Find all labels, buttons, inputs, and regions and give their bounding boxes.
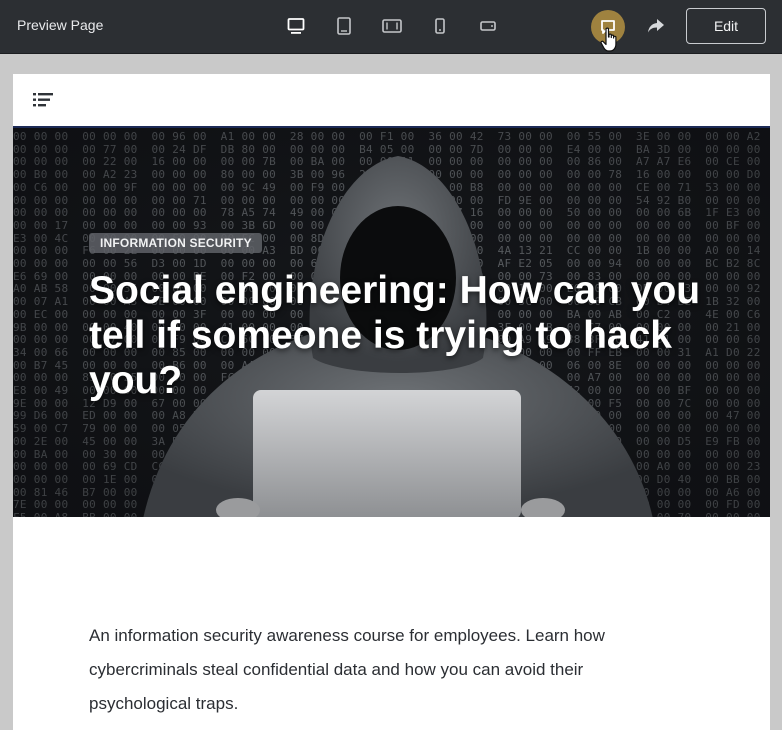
course-title: Social engineering: How can you tell if … [89, 269, 701, 402]
desktop-icon [287, 18, 305, 34]
phone-portrait-view-button[interactable] [426, 13, 454, 39]
preview-toolbar: Preview Page Edit [0, 0, 782, 54]
course-description: An information security awareness course… [89, 626, 605, 713]
tablet-portrait-icon [337, 17, 351, 35]
phone-landscape-view-button[interactable] [474, 13, 502, 39]
phone-portrait-icon [435, 18, 445, 34]
toolbar-title: Preview Page [17, 17, 104, 33]
menu-list-icon [33, 93, 53, 107]
category-badge: INFORMATION SECURITY [89, 233, 262, 253]
hand-cursor-icon [600, 27, 617, 52]
desktop-view-button[interactable] [282, 13, 310, 39]
share-button[interactable] [643, 13, 669, 39]
tablet-landscape-view-button[interactable] [378, 13, 406, 39]
hero-banner: 00 00 00 00 00 00 00 96 00 A1 00 00 28 0… [13, 126, 770, 517]
page-header [13, 74, 770, 126]
tablet-landscape-icon [382, 19, 402, 33]
phone-landscape-icon [480, 21, 496, 31]
preview-page-frame: 00 00 00 00 00 00 00 96 00 A1 00 00 28 0… [13, 74, 770, 730]
share-icon [648, 19, 664, 33]
menu-button[interactable] [31, 90, 57, 110]
edit-button[interactable]: Edit [686, 8, 766, 44]
tablet-portrait-view-button[interactable] [330, 13, 358, 39]
